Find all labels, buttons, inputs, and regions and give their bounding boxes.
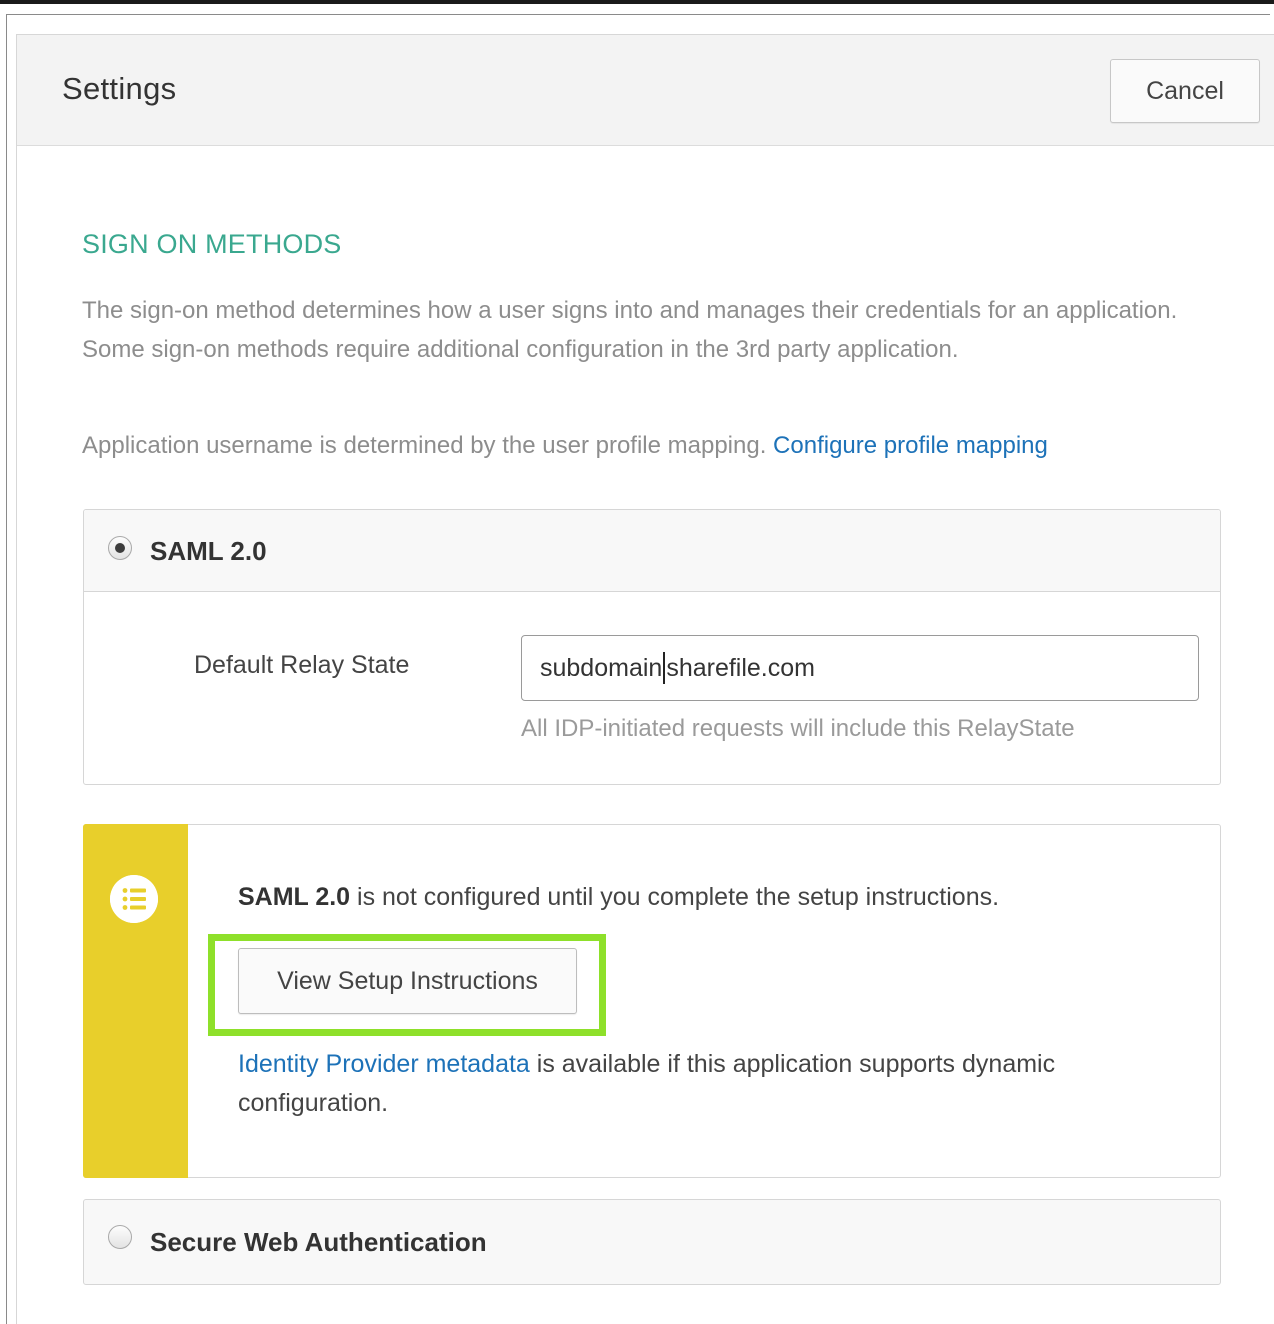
saml-method-label: SAML 2.0	[150, 536, 267, 566]
swa-radio[interactable]	[108, 1225, 132, 1249]
saml-radio[interactable]	[108, 536, 132, 560]
panel-title: Settings	[62, 71, 177, 106]
list-icon	[110, 875, 158, 923]
text-caret	[663, 652, 666, 684]
relay-state-value-after: sharefile.com	[666, 653, 815, 682]
setup-notice: SAML 2.0 is not configured until you com…	[83, 824, 1221, 1178]
identity-provider-metadata-link[interactable]: Identity Provider metadata	[238, 1050, 530, 1078]
configure-profile-mapping-link[interactable]: Configure profile mapping	[773, 432, 1048, 459]
saml-method-box: SAML 2.0 Default Relay State subdomain sh…	[83, 509, 1221, 785]
panel-header: Settings Cancel	[17, 35, 1274, 146]
notice-method-name: SAML 2.0	[238, 883, 351, 911]
notice-message-rest: is not configured until you complete the…	[350, 883, 1000, 911]
username-note-text: Application username is determined by th…	[82, 432, 767, 459]
saml-method-header[interactable]: SAML 2.0	[84, 510, 1220, 592]
relay-state-help: All IDP-initiated requests will include …	[521, 715, 1075, 742]
view-setup-instructions-button[interactable]: View Setup Instructions	[238, 948, 577, 1014]
notice-message: SAML 2.0 is not configured until you com…	[238, 883, 999, 912]
swa-method-box[interactable]: Secure Web Authentication	[83, 1199, 1221, 1285]
username-note: Application username is determined by th…	[82, 429, 1242, 463]
relay-state-value-before: subdomain	[540, 653, 663, 682]
swa-method-label: Secure Web Authentication	[150, 1227, 487, 1257]
cancel-button[interactable]: Cancel	[1110, 59, 1260, 123]
relay-state-input[interactable]: subdomain sharefile.com	[521, 635, 1199, 701]
section-heading: SIGN ON METHODS	[82, 229, 342, 259]
window-top-border	[0, 0, 1274, 4]
metadata-note: Identity Provider metadata is available …	[238, 1045, 1198, 1123]
notice-stripe	[83, 824, 188, 1178]
sign-on-description: The sign-on method determines how a user…	[82, 297, 1178, 363]
relay-state-label: Default Relay State	[194, 651, 410, 679]
